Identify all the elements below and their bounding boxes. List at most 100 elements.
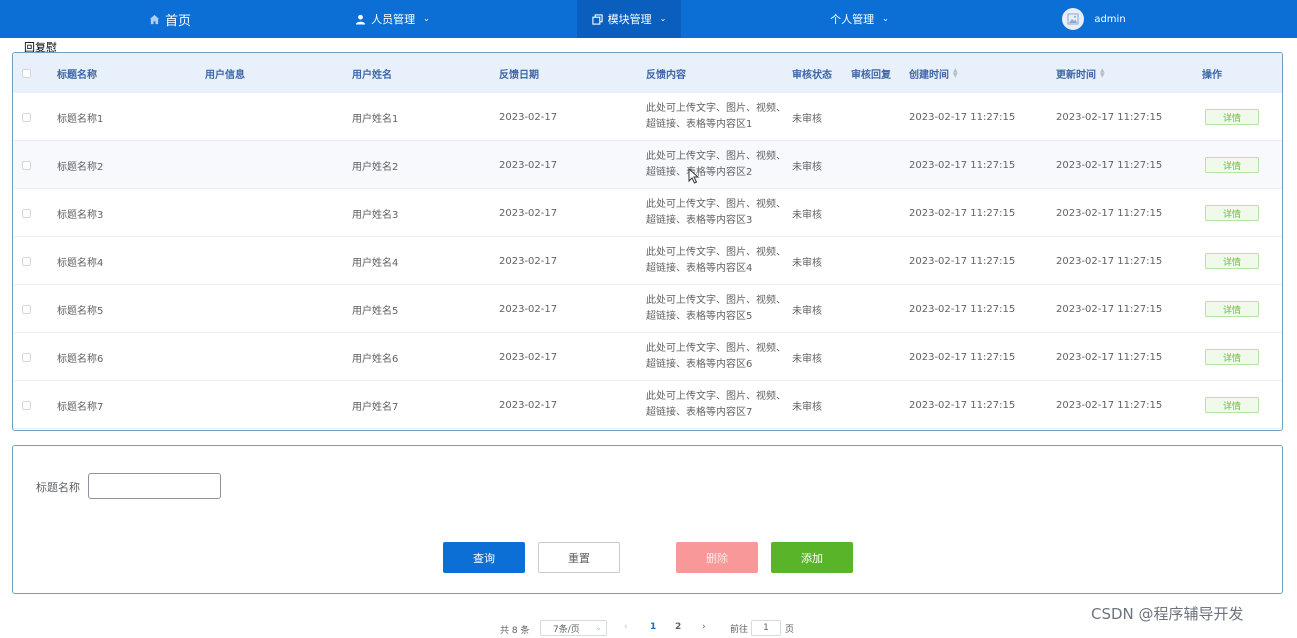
feedback-table: 标题名称 用户信息 用户姓名 反馈日期 反馈内容 审核状态 审核回复 创建时间 …: [12, 52, 1283, 431]
cell-updated: 2023-02-17 11:27:15: [1056, 303, 1163, 315]
cell-date: 2023-02-17: [499, 399, 558, 411]
chevron-down-icon: ⌄: [882, 13, 889, 23]
cell-status: 未审核: [792, 353, 822, 365]
header-reply: 审核回复: [851, 69, 891, 81]
select-all-checkbox[interactable]: [22, 53, 31, 93]
row-checkbox[interactable]: [22, 189, 31, 237]
cell-title: 标题名称3: [57, 209, 104, 221]
page-1[interactable]: 1: [650, 622, 656, 632]
cell-updated: 2023-02-17 11:27:15: [1056, 111, 1163, 123]
cell-action: 详情: [1205, 381, 1259, 429]
cell-date: 2023-02-17: [499, 207, 558, 219]
cell-title: 标题名称7: [57, 401, 104, 413]
cell-status: 未审核: [792, 401, 822, 413]
nav-personal[interactable]: 个人管理 ⌄: [812, 0, 907, 38]
header-updated[interactable]: 更新时间 ▲ ▼: [1056, 53, 1105, 93]
home-icon: [149, 14, 160, 24]
cell-created: 2023-02-17 11:27:15: [909, 255, 1016, 267]
detail-button[interactable]: 详情: [1205, 397, 1259, 413]
cell-date: 2023-02-17: [499, 351, 558, 363]
cell-updated: 2023-02-17 11:27:15: [1056, 351, 1163, 363]
header-status: 审核状态: [792, 69, 832, 81]
cell-created: 2023-02-17 11:27:15: [909, 351, 1016, 363]
cell-action: 详情: [1205, 285, 1259, 333]
query-button[interactable]: 查询: [443, 542, 525, 573]
row-checkbox[interactable]: [22, 333, 31, 381]
table-row[interactable]: 标题名称5 用户姓名5 2023-02-17 此处可上传文字、图片、视频、超链接、表格…: [13, 285, 1282, 333]
cell-date: 2023-02-17: [499, 111, 558, 123]
goto-page-input[interactable]: 1: [751, 620, 781, 636]
table-row[interactable]: 标题名称4 用户姓名4 2023-02-17 此处可上传文字、图片、视频、超链接、表格…: [13, 237, 1282, 285]
cell-action: 详情: [1205, 237, 1259, 285]
table-row[interactable]: 标题名称3 用户姓名3 2023-02-17 此处可上传文字、图片、视频、超链接、表格…: [13, 189, 1282, 237]
nav-modules[interactable]: 模块管理 ⌄: [577, 0, 681, 38]
add-button[interactable]: 添加: [771, 542, 853, 573]
sort-icon[interactable]: ▲ ▼: [1100, 68, 1105, 79]
nav-modules-label: 模块管理: [607, 13, 652, 26]
cell-user-name: 用户姓名3: [352, 209, 399, 221]
cell-action: 详情: [1205, 93, 1259, 141]
detail-button[interactable]: 详情: [1205, 253, 1259, 269]
table-row[interactable]: 标题名称1 用户姓名1 2023-02-17 此处可上传文字、图片、视频、超链接、表格…: [13, 93, 1282, 141]
detail-button[interactable]: 详情: [1205, 349, 1259, 365]
user-name: admin: [1094, 13, 1126, 25]
page-size-select[interactable]: 7条/页 ⌄: [540, 620, 607, 636]
table-row[interactable]: 标题名称6 用户姓名6 2023-02-17 此处可上传文字、图片、视频、超链接、表格…: [13, 333, 1282, 381]
row-checkbox[interactable]: [22, 285, 31, 333]
row-checkbox[interactable]: [22, 93, 31, 141]
goto-label: 前往: [730, 625, 749, 635]
next-page-icon[interactable]: ›: [702, 622, 706, 632]
header-updated-label: 更新时间: [1056, 69, 1096, 81]
nav-home[interactable]: 首页: [130, 0, 210, 38]
reset-button[interactable]: 重置: [538, 542, 620, 573]
cell-action: 详情: [1205, 333, 1259, 381]
nav-user-menu[interactable]: admin: [1058, 0, 1130, 38]
cell-created: 2023-02-17 11:27:15: [909, 111, 1016, 123]
detail-button[interactable]: 详情: [1205, 205, 1259, 221]
header-user-info: 用户信息: [205, 69, 245, 81]
header-content: 反馈内容: [646, 69, 686, 81]
cell-date: 2023-02-17: [499, 159, 558, 171]
cell-content: 此处可上传文字、图片、视频、超链接、表格等内容区4: [646, 247, 786, 274]
header-created[interactable]: 创建时间 ▲ ▼: [909, 53, 958, 93]
nav-personal-label: 个人管理: [830, 13, 875, 26]
avatar: [1062, 8, 1085, 30]
table-row[interactable]: 标题名称2 用户姓名2 2023-02-17 此处可上传文字、图片、视频、超链接、表格…: [13, 141, 1282, 189]
user-icon: [356, 14, 366, 25]
nav-people[interactable]: 人员管理 ⌄: [340, 0, 445, 38]
chevron-down-icon: ⌄: [659, 13, 667, 23]
header-title: 标题名称: [57, 69, 97, 81]
search-title-input[interactable]: [88, 473, 221, 499]
cell-user-name: 用户姓名1: [352, 113, 399, 125]
row-checkbox[interactable]: [22, 141, 31, 189]
sort-icon[interactable]: ▲ ▼: [953, 68, 958, 79]
detail-button[interactable]: 详情: [1205, 157, 1259, 173]
cell-status: 未审核: [792, 113, 822, 125]
cell-title: 标题名称1: [57, 113, 104, 125]
cell-user-name: 用户姓名2: [352, 161, 399, 173]
cell-title: 标题名称2: [57, 161, 104, 173]
cell-content: 此处可上传文字、图片、视频、超链接、表格等内容区7: [646, 391, 786, 418]
row-checkbox[interactable]: [22, 381, 31, 429]
search-title-label: 标题名称: [36, 481, 80, 494]
table-row[interactable]: 标题名称7 用户姓名7 2023-02-17 此处可上传文字、图片、视频、超链接、表格…: [13, 381, 1282, 429]
cell-content: 此处可上传文字、图片、视频、超链接、表格等内容区3: [646, 199, 786, 226]
delete-button[interactable]: 删除: [676, 542, 758, 573]
cell-user-name: 用户姓名6: [352, 353, 399, 365]
cell-updated: 2023-02-17 11:27:15: [1056, 399, 1163, 411]
detail-button[interactable]: 详情: [1205, 109, 1259, 125]
cell-content: 此处可上传文字、图片、视频、超链接、表格等内容区1: [646, 103, 786, 130]
page-2[interactable]: 2: [675, 622, 681, 632]
image-placeholder-icon: [1067, 13, 1079, 25]
page-size-value: 7条/页: [553, 624, 580, 635]
cell-title: 标题名称5: [57, 305, 104, 317]
cell-action: 详情: [1205, 141, 1259, 189]
cell-status: 未审核: [792, 305, 822, 317]
cell-date: 2023-02-17: [499, 255, 558, 267]
table-header: 标题名称 用户信息 用户姓名 反馈日期 反馈内容 审核状态 审核回复 创建时间 …: [13, 53, 1282, 93]
row-checkbox[interactable]: [22, 237, 31, 285]
cell-date: 2023-02-17: [499, 303, 558, 315]
prev-page-icon[interactable]: ‹: [624, 622, 628, 632]
detail-button[interactable]: 详情: [1205, 301, 1259, 317]
cell-created: 2023-02-17 11:27:15: [909, 159, 1016, 171]
